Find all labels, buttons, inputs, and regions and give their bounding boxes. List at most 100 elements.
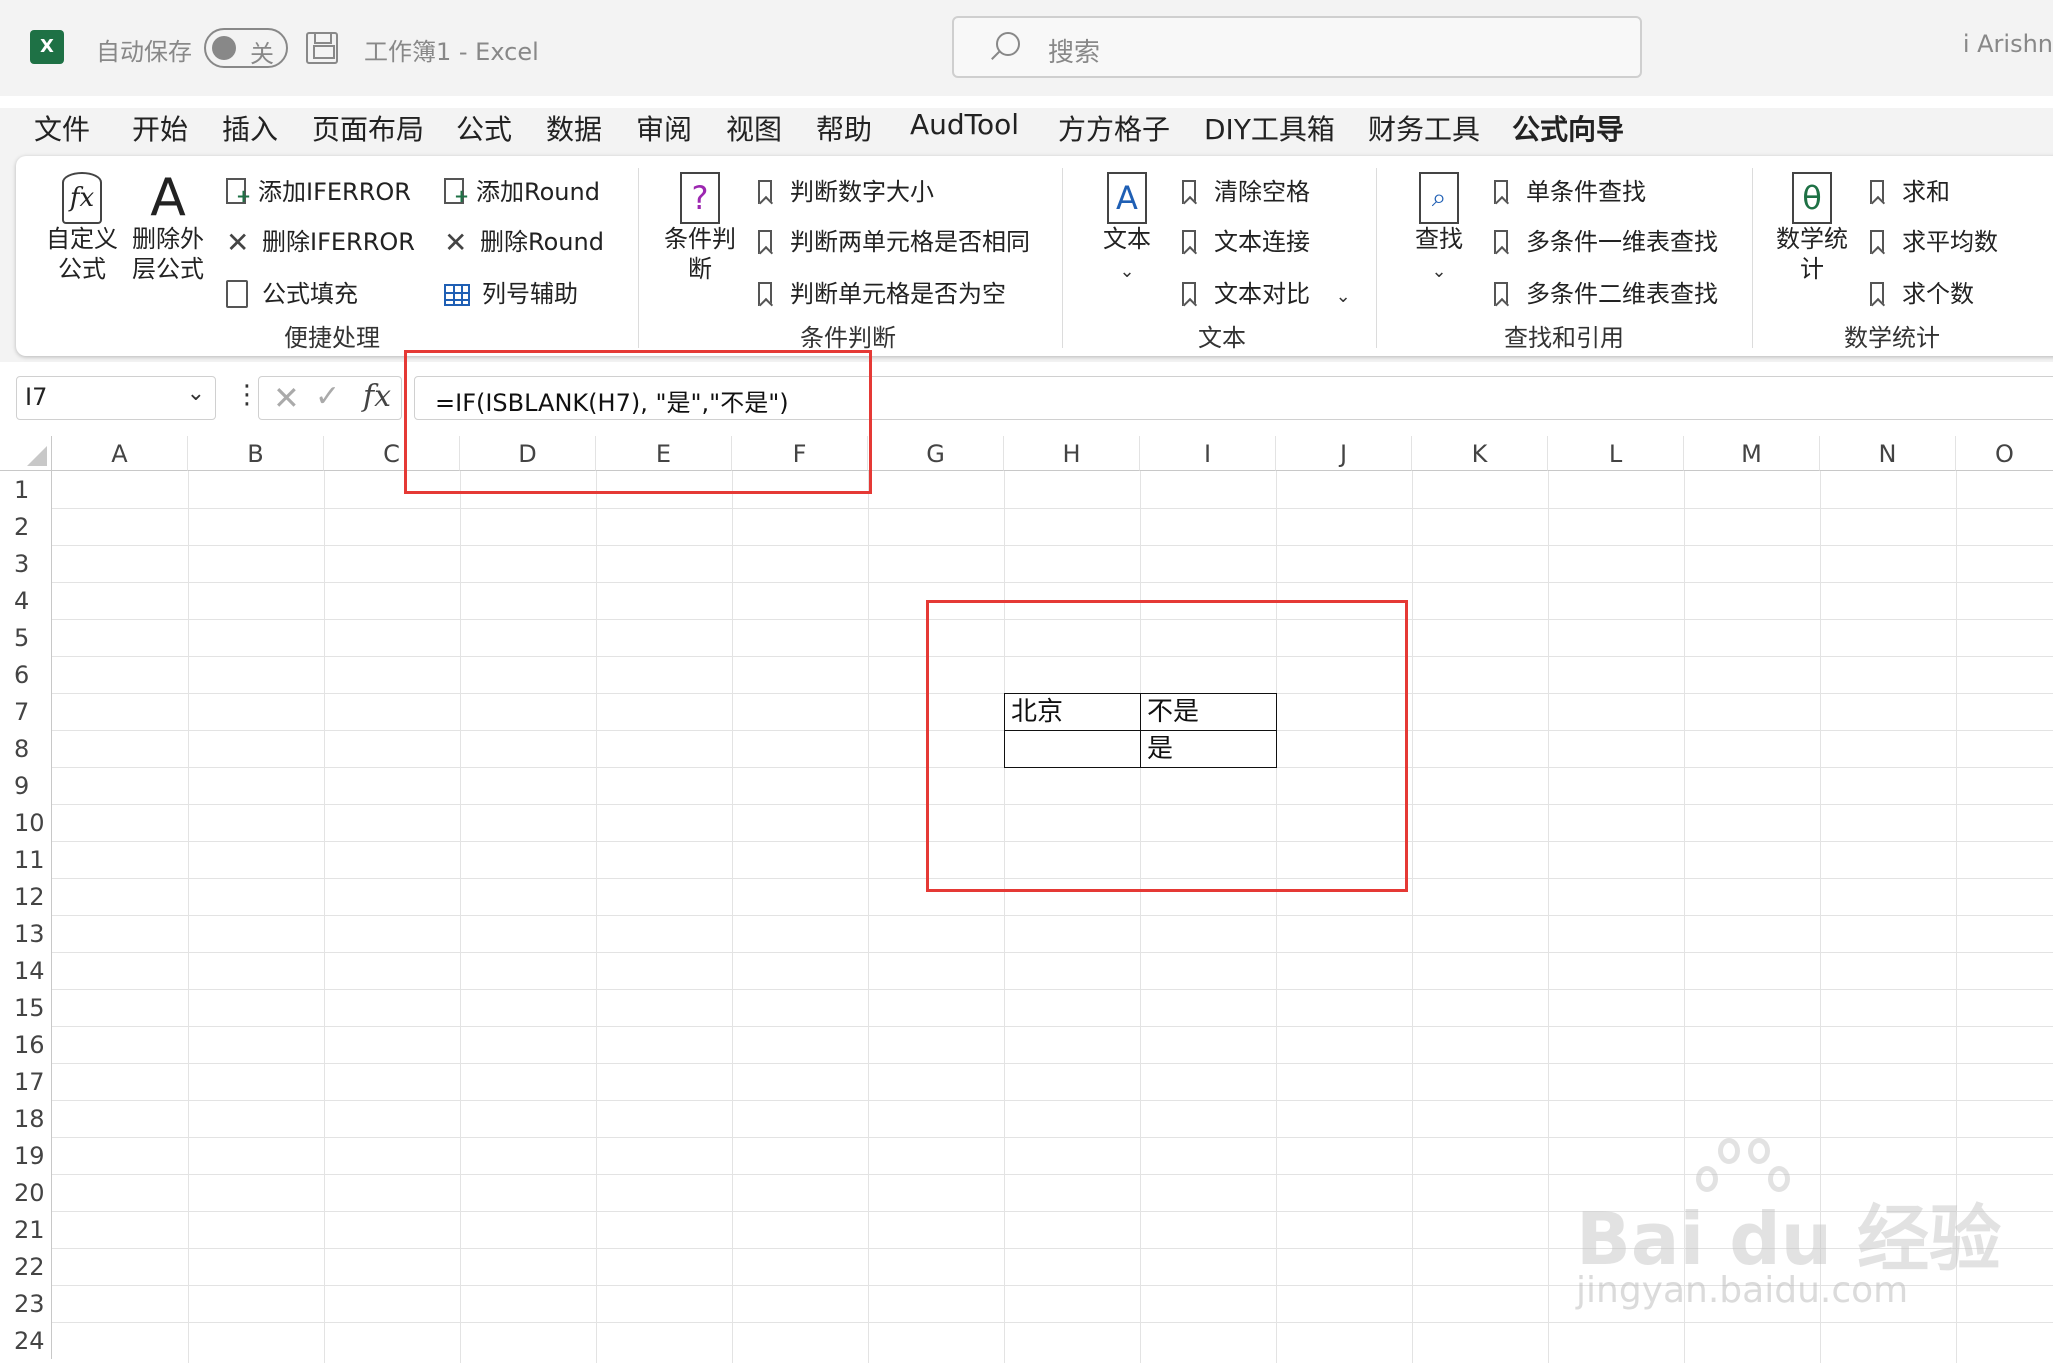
column-header[interactable]: L — [1548, 436, 1684, 471]
search-box[interactable]: 搜索 — [952, 16, 1642, 78]
row-header[interactable]: 1 — [0, 471, 52, 508]
row-header[interactable]: 20 — [0, 1174, 52, 1211]
save-icon[interactable] — [306, 32, 338, 64]
remove-round-button[interactable]: ✕ 删除Round — [444, 222, 604, 257]
column-header[interactable]: I — [1140, 436, 1276, 471]
autosave-toggle[interactable]: 关 — [204, 28, 288, 68]
row-header[interactable]: 7 — [0, 693, 52, 730]
row-header[interactable]: 15 — [0, 989, 52, 1026]
remove-outer-formula-button[interactable]: A 删除外 层公式 — [128, 172, 208, 284]
lookup-button[interactable]: ⌕ 查找 ⌄ — [1404, 172, 1474, 287]
count-button[interactable]: 求个数 — [1870, 274, 1974, 309]
remove-outer-formula-label: 删除外 层公式 — [132, 225, 204, 283]
tab-finance-tools[interactable]: 财务工具 — [1368, 108, 1480, 148]
chevron-down-icon[interactable]: ⌄ — [187, 381, 205, 406]
chevron-down-icon: ⌄ — [1335, 286, 1351, 307]
judge-number-size-button[interactable]: 判断数字大小 — [758, 172, 934, 207]
judge-cells-same-button[interactable]: 判断两单元格是否相同 — [758, 222, 1030, 257]
row-header[interactable]: 14 — [0, 952, 52, 989]
select-all-corner[interactable] — [0, 436, 52, 471]
text-button[interactable]: A 文本 ⌄ — [1092, 172, 1162, 287]
row-header[interactable]: 19 — [0, 1137, 52, 1174]
gridline — [596, 471, 597, 1363]
row-header[interactable]: 12 — [0, 878, 52, 915]
column-header[interactable]: N — [1820, 436, 1956, 471]
column-header[interactable]: M — [1684, 436, 1820, 471]
row-header[interactable]: 5 — [0, 619, 52, 656]
judge-cell-empty-button[interactable]: 判断单元格是否为空 — [758, 274, 1006, 309]
tab-formulas[interactable]: 公式 — [456, 108, 512, 148]
remove-iferror-button[interactable]: ✕ 删除IFERROR — [226, 222, 415, 257]
row-header[interactable]: 8 — [0, 730, 52, 767]
user-name[interactable]: i Arishn — [1963, 30, 2053, 58]
formula-highlight-box — [404, 350, 872, 494]
cancel-icon[interactable]: ✕ — [273, 379, 300, 417]
tab-page-layout[interactable]: 页面布局 — [312, 108, 424, 148]
row-header[interactable]: 2 — [0, 508, 52, 545]
group-separator — [1752, 168, 1753, 348]
row-header[interactable]: 13 — [0, 915, 52, 952]
add-document-icon — [226, 178, 251, 207]
column-helper-button[interactable]: 列号辅助 — [444, 274, 578, 309]
multi-condition-1d-lookup-button[interactable]: 多条件一维表查找 — [1494, 222, 1718, 257]
column-header[interactable]: G — [868, 436, 1004, 471]
column-header[interactable]: A — [52, 436, 188, 471]
row-header[interactable]: 22 — [0, 1248, 52, 1285]
tab-insert[interactable]: 插入 — [222, 108, 278, 148]
row-header[interactable]: 17 — [0, 1063, 52, 1100]
row-header[interactable]: 4 — [0, 582, 52, 619]
formula-buttons: ✕ ✓ fx — [258, 376, 402, 420]
name-box[interactable]: I7 ⌄ — [16, 376, 216, 420]
chevron-down-icon: ⌄ — [1431, 261, 1447, 282]
tab-file[interactable]: 文件 — [34, 108, 90, 148]
row-header[interactable]: 10 — [0, 804, 52, 841]
math-stats-label: 数学统 计 — [1776, 225, 1848, 283]
row-header[interactable]: 18 — [0, 1100, 52, 1137]
gridline — [52, 1026, 2053, 1027]
tab-view[interactable]: 视图 — [726, 108, 782, 148]
insert-function-icon[interactable]: fx — [363, 379, 391, 414]
tab-review[interactable]: 审阅 — [636, 108, 692, 148]
column-header[interactable]: J — [1276, 436, 1412, 471]
math-stats-button[interactable]: θ 数学统 计 — [1772, 172, 1852, 284]
condition-judge-button[interactable]: ? 条件判 断 — [660, 172, 740, 284]
row-header[interactable]: 3 — [0, 545, 52, 582]
add-iferror-button[interactable]: 添加IFERROR — [226, 172, 411, 207]
custom-formula-button[interactable]: fx 自定义 公式 — [42, 172, 122, 284]
more-options-icon[interactable]: ⋮ — [234, 380, 260, 410]
row-header[interactable]: 16 — [0, 1026, 52, 1063]
row-header[interactable]: 21 — [0, 1211, 52, 1248]
gridline — [460, 471, 461, 1363]
add-round-button[interactable]: 添加Round — [444, 172, 600, 207]
bookmark-icon — [1182, 180, 1196, 204]
row-header[interactable]: 23 — [0, 1285, 52, 1322]
enter-check-icon[interactable]: ✓ — [315, 379, 340, 414]
row-header[interactable]: 24 — [0, 1322, 52, 1359]
tab-formula-wizard[interactable]: 公式向导 — [1512, 108, 1625, 160]
gridline — [52, 1063, 2053, 1064]
close-icon: ✕ — [444, 226, 468, 259]
tab-diy-toolbox[interactable]: DIY工具箱 — [1204, 108, 1335, 148]
tab-data[interactable]: 数据 — [546, 108, 602, 148]
column-header[interactable]: B — [188, 436, 324, 471]
formula-fill-button[interactable]: 公式填充 — [226, 274, 358, 309]
tab-help[interactable]: 帮助 — [816, 108, 872, 148]
average-button[interactable]: 求平均数 — [1870, 222, 1998, 257]
text-compare-button[interactable]: 文本对比 ⌄ — [1182, 274, 1351, 309]
tab-audtool[interactable]: AudTool — [910, 108, 1019, 141]
column-header[interactable]: O — [1956, 436, 2053, 471]
text-join-button[interactable]: 文本连接 — [1182, 222, 1310, 257]
ribbon-tabs: 文件 开始 插入 页面布局 公式 数据 审阅 视图 帮助 AudTool 方方格… — [0, 108, 2053, 160]
row-header[interactable]: 11 — [0, 841, 52, 878]
theta-doc-icon: θ — [1792, 172, 1832, 224]
single-condition-lookup-button[interactable]: 单条件查找 — [1494, 172, 1646, 207]
row-header[interactable]: 6 — [0, 656, 52, 693]
sum-button[interactable]: 求和 — [1870, 172, 1950, 207]
tab-fangfang[interactable]: 方方格子 — [1058, 108, 1170, 148]
column-header[interactable]: K — [1412, 436, 1548, 471]
multi-condition-2d-lookup-button[interactable]: 多条件二维表查找 — [1494, 274, 1718, 309]
clear-spaces-button[interactable]: 清除空格 — [1182, 172, 1310, 207]
row-header[interactable]: 9 — [0, 767, 52, 804]
tab-home[interactable]: 开始 — [132, 108, 188, 148]
column-header[interactable]: H — [1004, 436, 1140, 471]
